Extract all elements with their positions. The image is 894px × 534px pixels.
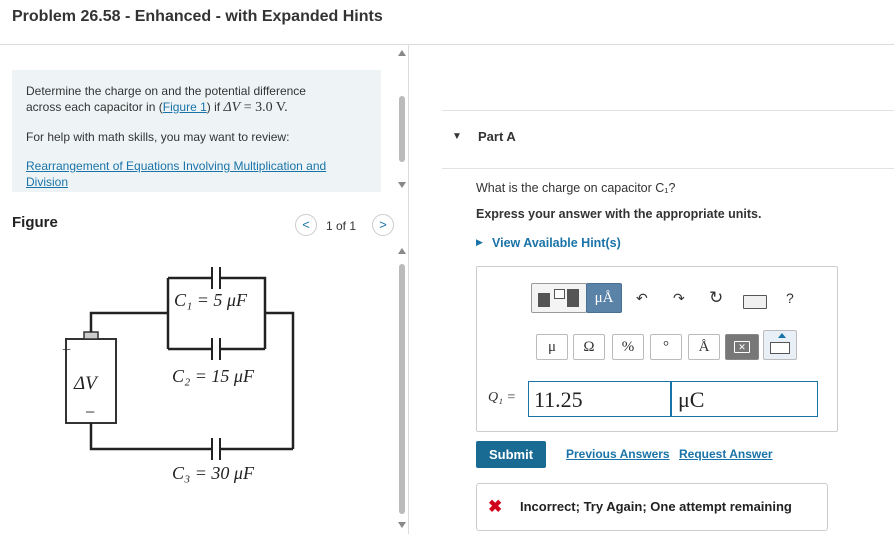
- template-box-icon: [554, 289, 565, 299]
- help-button[interactable]: ?: [786, 290, 794, 306]
- c2-label: C₂ = 15 μF: [172, 366, 254, 386]
- previous-answers-link[interactable]: Previous Answers: [566, 447, 670, 461]
- figure-pager: 1 of 1: [326, 219, 357, 233]
- figure-link[interactable]: Figure 1: [163, 100, 207, 114]
- problem-text-prefix: across each capacitor in (: [26, 100, 163, 114]
- answer-label: Q₁ =: [488, 390, 516, 405]
- question-text: What is the charge on capacitor C₁?: [476, 181, 676, 195]
- view-hints-link[interactable]: View Available Hint(s): [492, 236, 621, 250]
- review-link-line-1[interactable]: Rearrangement of Equations Involving Mul…: [26, 159, 326, 173]
- battery-plus-label: +: [62, 342, 72, 359]
- c3-label: C₃ = 30 μF: [172, 463, 254, 483]
- backspace-icon: ✕: [734, 341, 750, 353]
- scrollbar-thumb[interactable]: [399, 264, 405, 514]
- battery-minus-label: −: [85, 402, 96, 422]
- voltage-value: = 3.0 V.: [240, 100, 288, 115]
- keyboard-toggle-button[interactable]: [763, 330, 797, 360]
- scroll-up-icon[interactable]: [398, 50, 406, 56]
- percent-button[interactable]: %: [612, 334, 644, 360]
- next-figure-button[interactable]: >: [372, 214, 394, 236]
- answer-value-input[interactable]: 11.25: [528, 381, 671, 417]
- redo-icon[interactable]: ↷: [673, 290, 685, 307]
- undo-icon[interactable]: ↶: [636, 290, 648, 307]
- omega-button[interactable]: Ω: [573, 334, 605, 360]
- problem-scrollbar[interactable]: [398, 50, 406, 190]
- incorrect-icon: ✖: [488, 497, 503, 516]
- backspace-button[interactable]: ✕: [725, 334, 759, 360]
- figure-title: Figure: [12, 214, 58, 231]
- submit-button[interactable]: Submit: [476, 441, 546, 468]
- hint-caret-icon[interactable]: ▶: [476, 237, 483, 248]
- c1-label: C₁ = 5 μF: [174, 290, 247, 310]
- instruction-text: Express your answer with the appropriate…: [476, 207, 762, 221]
- scroll-down-icon[interactable]: [398, 182, 406, 188]
- delta-v-symbol: ΔV: [223, 100, 241, 115]
- request-answer-link[interactable]: Request Answer: [679, 447, 773, 461]
- keyboard-icon: [770, 342, 790, 354]
- units-button[interactable]: μÅ: [586, 283, 622, 313]
- battery-label: ΔV: [74, 373, 97, 394]
- template-box-icon: [567, 289, 579, 307]
- panel-divider: [408, 45, 409, 534]
- problem-statement: Determine the charge on and the potentia…: [12, 70, 381, 192]
- caret-up-icon: [778, 333, 786, 338]
- degree-button[interactable]: °: [650, 334, 682, 360]
- feedback-text: Incorrect; Try Again; One attempt remain…: [520, 499, 792, 514]
- scroll-down-icon[interactable]: [398, 522, 406, 528]
- template-button[interactable]: [531, 283, 587, 313]
- reset-icon[interactable]: ↻: [709, 288, 723, 308]
- help-text: For help with math skills, you may want …: [26, 130, 290, 144]
- problem-line-1: Determine the charge on and the potentia…: [26, 84, 306, 98]
- collapse-caret-icon[interactable]: ▼: [452, 131, 462, 142]
- scrollbar-thumb[interactable]: [399, 96, 405, 162]
- figure-scrollbar[interactable]: [398, 248, 406, 530]
- scroll-up-icon[interactable]: [398, 248, 406, 254]
- part-divider: [442, 110, 894, 111]
- mu-button[interactable]: μ: [536, 334, 568, 360]
- angstrom-button[interactable]: Å: [688, 334, 720, 360]
- battery-terminal: [83, 331, 99, 340]
- review-link-line-2[interactable]: Division: [26, 175, 68, 189]
- problem-line-2: across each capacitor in (Figure 1) if Δ…: [26, 100, 288, 115]
- header-divider: [0, 44, 894, 45]
- part-divider: [442, 168, 894, 169]
- page-title: Problem 26.58 - Enhanced - with Expanded…: [12, 8, 383, 25]
- part-a-title[interactable]: Part A: [478, 129, 516, 144]
- template-box-icon: [538, 293, 550, 307]
- prev-figure-button[interactable]: <: [295, 214, 317, 236]
- keyboard-icon[interactable]: [743, 295, 767, 309]
- problem-text-suffix: ) if: [206, 100, 224, 114]
- answer-unit-input[interactable]: μC: [671, 381, 818, 417]
